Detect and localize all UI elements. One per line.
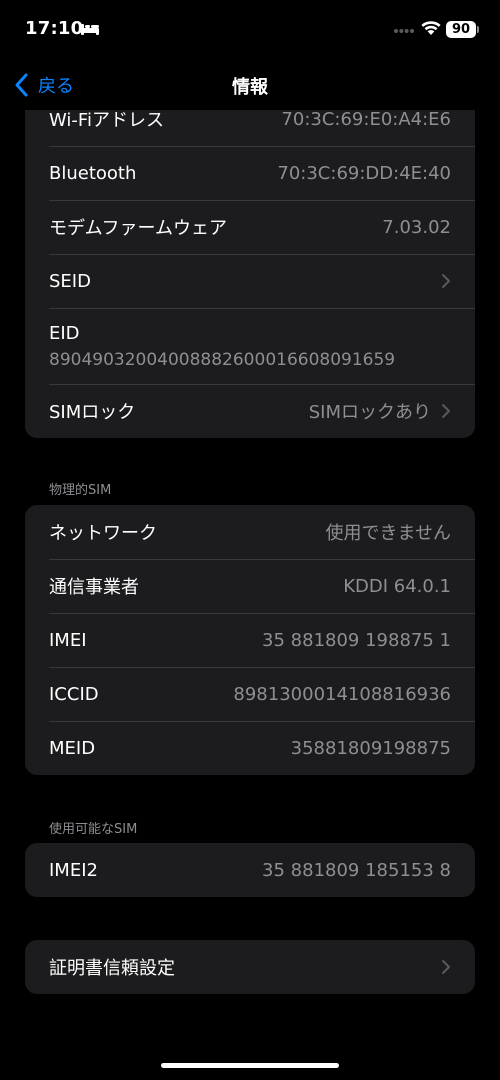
iccid-value: 8981300014108816936 <box>233 683 451 705</box>
meid-label: MEID <box>49 737 96 759</box>
physical-sim-group: ネットワーク 使用できません 通信事業者 KDDI 64.0.1 IMEI 35… <box>25 505 475 775</box>
certificate-group: 証明書信頼設定 <box>25 940 475 994</box>
battery-icon: 90 <box>446 21 476 38</box>
eid-row: EID 89049032004008882600016608091659 <box>25 308 475 384</box>
sim-lock-value: SIMロックあり <box>308 402 431 423</box>
home-indicator[interactable] <box>161 1063 339 1068</box>
available-sim-header: 使用可能なSIM <box>49 822 138 837</box>
available-sim-group: IMEI2 35 881809 185153 8 <box>25 843 475 897</box>
sim-lock-row[interactable]: SIMロック SIMロックあり <box>25 384 475 438</box>
status-bar: 17:10 90 <box>0 0 500 60</box>
carrier-row: 通信事業者 KDDI 64.0.1 <box>25 559 475 613</box>
modem-firmware-value: 7.03.02 <box>382 216 451 238</box>
imei-value: 35 881809 198875 1 <box>262 629 451 651</box>
navigation-bar: 戻る 情報 <box>0 60 500 110</box>
certificate-trust-row[interactable]: 証明書信頼設定 <box>25 940 475 994</box>
chevron-right-icon <box>442 960 450 974</box>
bed-icon <box>81 24 99 35</box>
carrier-label: 通信事業者 <box>49 577 139 598</box>
status-time: 17:10 <box>25 18 84 39</box>
modem-firmware-label: モデムファームウェア <box>49 218 228 239</box>
bluetooth-label: Bluetooth <box>49 162 137 184</box>
eid-value: 89049032004008882600016608091659 <box>49 349 396 370</box>
seid-label: SEID <box>49 270 91 292</box>
network-value: 使用できません <box>325 523 451 544</box>
iccid-label: ICCID <box>49 683 99 705</box>
physical-sim-header: 物理的SIM <box>49 483 112 498</box>
imei2-value: 35 881809 185153 8 <box>262 859 451 881</box>
device-info-group: Wi-Fiアドレス 70:3C:69:E0:A4:E6 Bluetooth 70… <box>25 92 475 438</box>
iccid-row: ICCID 8981300014108816936 <box>25 667 475 721</box>
wifi-address-value: 70:3C:69:E0:A4:E6 <box>281 108 451 130</box>
network-label: ネットワーク <box>49 523 157 544</box>
imei-row: IMEI 35 881809 198875 1 <box>25 613 475 667</box>
meid-value: 35881809198875 <box>290 737 451 759</box>
bluetooth-value: 70:3C:69:DD:4E:40 <box>277 162 451 184</box>
modem-firmware-row: モデムファームウェア 7.03.02 <box>25 200 475 254</box>
signal-dots-icon <box>394 29 414 33</box>
battery-tip <box>477 26 479 33</box>
imei-label: IMEI <box>49 629 87 651</box>
network-row: ネットワーク 使用できません <box>25 505 475 559</box>
certificate-trust-label: 証明書信頼設定 <box>49 958 175 979</box>
sim-lock-label: SIMロック <box>49 402 136 423</box>
bluetooth-row: Bluetooth 70:3C:69:DD:4E:40 <box>25 146 475 200</box>
page-title: 情報 <box>232 77 268 98</box>
carrier-value: KDDI 64.0.1 <box>343 575 451 597</box>
chevron-right-icon <box>442 274 450 288</box>
eid-label: EID <box>49 322 80 344</box>
imei2-row: IMEI2 35 881809 185153 8 <box>25 843 475 897</box>
imei2-label: IMEI2 <box>49 859 98 881</box>
settings-scroll-view[interactable]: Wi-Fiアドレス 70:3C:69:E0:A4:E6 Bluetooth 70… <box>0 0 500 1080</box>
wifi-icon <box>421 21 441 35</box>
seid-row[interactable]: SEID <box>25 254 475 308</box>
chevron-right-icon <box>442 404 450 418</box>
meid-row: MEID 35881809198875 <box>25 721 475 775</box>
